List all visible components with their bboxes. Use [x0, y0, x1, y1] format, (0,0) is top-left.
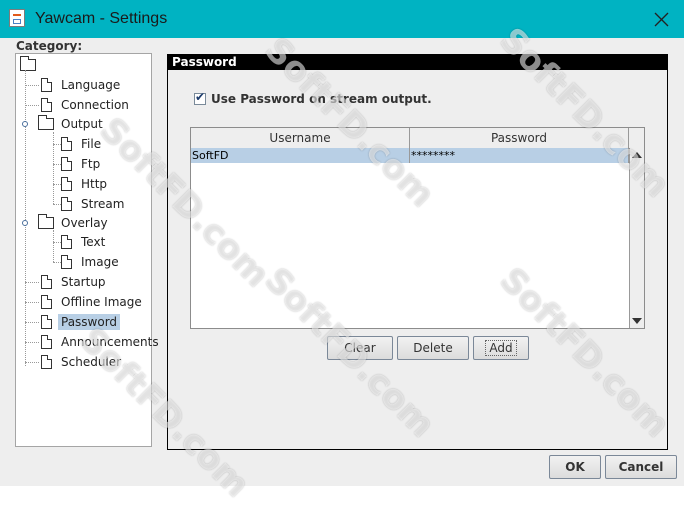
document-icon [41, 275, 52, 289]
tree-line [25, 342, 39, 343]
cancel-button[interactable]: Cancel [605, 455, 677, 479]
tree-line [25, 302, 39, 303]
cell-password: ******** [410, 148, 629, 163]
tree-line [25, 105, 39, 106]
category-tree: Language Connection Output File Ftp Http [15, 53, 159, 447]
tree-item-label: Ftp [81, 157, 101, 171]
password-panel: Password ✔ Use Password on stream output… [167, 54, 668, 450]
tree-item-output[interactable]: Output [38, 115, 106, 133]
document-icon [61, 197, 72, 211]
tree-item-language[interactable]: Language [41, 76, 123, 94]
tree-item-file[interactable]: File [61, 135, 104, 153]
use-password-option[interactable]: ✔ Use Password on stream output. [194, 90, 432, 106]
category-label: Category: [16, 39, 83, 53]
folder-icon [38, 214, 54, 229]
tree-item-stream[interactable]: Stream [61, 195, 127, 213]
tree-line [53, 132, 54, 204]
folder-icon [38, 115, 54, 130]
table-header: Username Password [191, 128, 644, 149]
tree-item-startup[interactable]: Startup [41, 273, 109, 291]
document-icon [41, 295, 52, 309]
tree-item-connection[interactable]: Connection [41, 96, 132, 114]
tree-item-text[interactable]: Text [61, 233, 108, 251]
tree-item-announcements[interactable]: Announcements [41, 333, 162, 351]
tree-line [53, 164, 61, 165]
column-header-password[interactable]: Password [410, 128, 629, 148]
tree-item-label: Stream [81, 197, 125, 211]
table-scrollbar[interactable] [629, 148, 644, 328]
tree-item-label: Image [81, 255, 119, 269]
scroll-down-arrow-icon[interactable] [632, 318, 642, 324]
clear-button[interactable]: Clear [327, 336, 393, 360]
document-icon [41, 78, 52, 92]
add-button-label: Add [485, 340, 517, 356]
tree-item-label: Scheduler [61, 355, 122, 369]
tree-line [25, 322, 39, 323]
document-icon [61, 137, 72, 151]
document-icon [61, 177, 72, 191]
tree-item-offline-image[interactable]: Offline Image [41, 293, 145, 311]
delete-button[interactable]: Delete [397, 336, 469, 360]
panel-header: Password [168, 55, 667, 70]
tree-item-label: Startup [61, 275, 106, 289]
tree-line [53, 242, 61, 243]
document-icon [41, 335, 52, 349]
tree-item-label: Password [58, 314, 121, 330]
users-table: Username Password SoftFD ******** [190, 127, 645, 329]
folder-icon [20, 56, 36, 71]
close-icon [654, 12, 668, 26]
tree-line [25, 85, 39, 86]
use-password-label: Use Password on stream output. [211, 92, 432, 106]
tree-item-label: Output [61, 117, 103, 131]
tree-item-image[interactable]: Image [61, 253, 122, 271]
expand-toggle-overlay[interactable] [22, 220, 28, 226]
tree-item-ftp[interactable]: Ftp [61, 155, 103, 173]
tree-line [25, 282, 39, 283]
tree-item-label: File [81, 137, 102, 151]
column-header-username[interactable]: Username [191, 128, 410, 148]
scroll-up-arrow-icon[interactable] [632, 152, 642, 158]
document-icon [61, 235, 72, 249]
tree-item-label: Text [81, 235, 106, 249]
tree-line [25, 362, 39, 363]
tree-item-http[interactable]: Http [61, 175, 110, 193]
tree-item-label: Http [81, 177, 108, 191]
tree-line [53, 184, 61, 185]
java-app-icon [9, 9, 25, 27]
document-icon [61, 255, 72, 269]
document-icon [41, 355, 52, 369]
close-button[interactable] [638, 0, 684, 38]
table-row[interactable]: SoftFD ******** [191, 148, 629, 163]
ok-button[interactable]: OK [549, 455, 601, 479]
title-bar: Yawcam - Settings [0, 0, 684, 38]
document-icon [41, 315, 52, 329]
tree-item-label: Offline Image [61, 295, 142, 309]
document-icon [41, 98, 52, 112]
tree-item-scheduler[interactable]: Scheduler [41, 353, 124, 371]
tree-line [53, 262, 61, 263]
tree-line [53, 230, 54, 262]
checkmark-icon: ✔ [195, 90, 206, 104]
settings-window: Yawcam - Settings Category: Language Con… [0, 0, 684, 505]
tree-item-label: Overlay [61, 216, 108, 230]
add-button[interactable]: Add [473, 336, 529, 360]
document-icon [61, 157, 72, 171]
window-title: Yawcam - Settings [35, 10, 168, 27]
use-password-checkbox[interactable]: ✔ [194, 90, 206, 105]
tree-item-overlay[interactable]: Overlay [38, 214, 111, 232]
tree-root[interactable] [20, 56, 40, 74]
expand-toggle-output[interactable] [22, 121, 28, 127]
tree-item-label: Language [61, 78, 121, 92]
tree-item-label: Announcements [61, 335, 159, 349]
cell-username: SoftFD [191, 148, 410, 163]
tree-item-label: Connection [61, 98, 129, 112]
tree-line [53, 144, 61, 145]
tree-line [53, 204, 61, 205]
tree-item-password[interactable]: Password [41, 313, 121, 331]
